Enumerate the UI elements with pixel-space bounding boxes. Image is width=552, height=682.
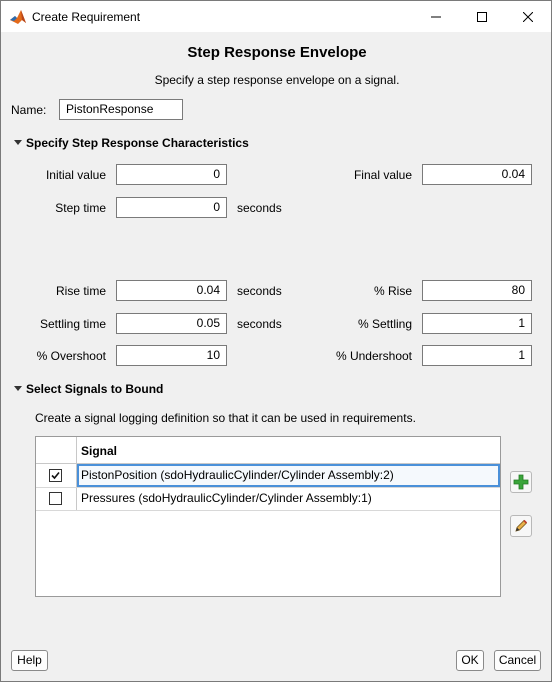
signals-table: Signal PistonPosition (sdoHydraulicCylin… (35, 436, 501, 597)
settling-time-label: Settling time (39, 317, 106, 331)
plus-icon (513, 474, 529, 490)
step-time-field[interactable]: 0 (116, 197, 227, 218)
table-row[interactable]: Pressures (sdoHydraulicCylinder/Cylinder… (36, 487, 500, 511)
name-field[interactable]: PistonResponse (59, 99, 183, 120)
table-header: Signal (36, 437, 500, 464)
step-time-unit: seconds (237, 201, 282, 215)
percent-overshoot-label: % Overshoot (36, 349, 106, 363)
row-checkbox[interactable] (49, 492, 62, 505)
signals-description: Create a signal logging definition so th… (35, 411, 416, 425)
percent-undershoot-field[interactable]: 1 (422, 345, 532, 366)
minimize-button[interactable] (413, 1, 459, 32)
help-button[interactable]: Help (11, 650, 48, 671)
add-signal-button[interactable] (510, 471, 532, 493)
section-title: Select Signals to Bound (26, 382, 164, 396)
checkmark-icon (51, 471, 60, 480)
settling-time-field[interactable]: 0.05 (116, 313, 227, 334)
percent-overshoot-field[interactable]: 10 (116, 345, 227, 366)
rise-time-label: Rise time (55, 284, 106, 298)
dialog-window: Create Requirement Step Response Envelop… (0, 0, 552, 682)
pencil-icon (515, 519, 528, 532)
edit-signal-button[interactable] (510, 515, 532, 537)
section-title: Specify Step Response Characteristics (26, 136, 249, 150)
dialog-heading: Step Response Envelope (187, 44, 367, 61)
initial-value-field[interactable]: 0 (116, 164, 227, 185)
signal-name-cell[interactable]: PistonPosition (sdoHydraulicCylinder/Cyl… (77, 464, 500, 487)
section-select-signals[interactable]: Select Signals to Bound (14, 382, 163, 396)
percent-undershoot-label: % Undershoot (335, 349, 412, 363)
percent-settling-label: % Settling (357, 317, 412, 331)
title-bar: Create Requirement (1, 1, 551, 32)
percent-rise-label: % Rise (373, 284, 412, 298)
signal-name-cell[interactable]: Pressures (sdoHydraulicCylinder/Cylinder… (77, 487, 500, 510)
chevron-down-icon (14, 386, 22, 391)
close-button[interactable] (505, 1, 551, 32)
name-label: Name: (11, 103, 47, 117)
row-checkbox[interactable] (49, 469, 62, 482)
percent-settling-field[interactable]: 1 (422, 313, 532, 334)
rise-time-unit: seconds (237, 284, 282, 298)
cancel-button[interactable]: Cancel (494, 650, 541, 671)
chevron-down-icon (14, 140, 22, 145)
column-header-signal[interactable]: Signal (81, 444, 117, 458)
step-time-label: Step time (55, 201, 106, 215)
rise-time-field[interactable]: 0.04 (116, 280, 227, 301)
maximize-button[interactable] (459, 1, 505, 32)
final-value-label: Final value (353, 168, 412, 182)
matlab-logo-icon (9, 8, 27, 26)
table-row[interactable]: PistonPosition (sdoHydraulicCylinder/Cyl… (36, 464, 500, 488)
settling-time-unit: seconds (237, 317, 282, 331)
ok-button[interactable]: OK (456, 650, 484, 671)
initial-value-label: Initial value (45, 168, 106, 182)
final-value-field[interactable]: 0.04 (422, 164, 532, 185)
window-title: Create Requirement (32, 10, 141, 24)
section-step-response-characteristics[interactable]: Specify Step Response Characteristics (14, 136, 249, 150)
dialog-subheading: Specify a step response envelope on a si… (154, 73, 400, 87)
percent-rise-field[interactable]: 80 (422, 280, 532, 301)
